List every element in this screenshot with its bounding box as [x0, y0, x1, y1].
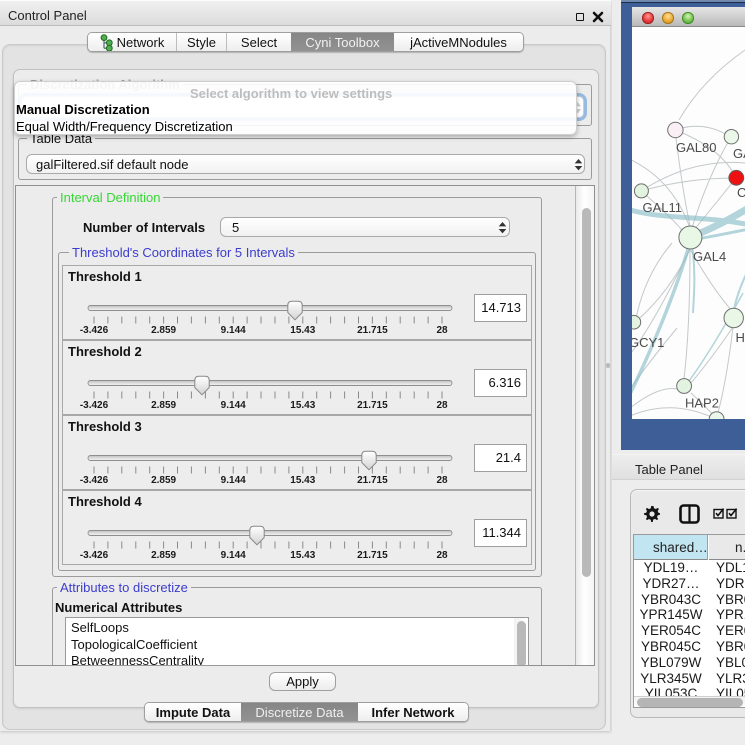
svg-text:GAL4: GAL4 — [693, 249, 726, 264]
svg-text:GAL80: GAL80 — [676, 140, 716, 155]
svg-text:GAL11: GAL11 — [643, 200, 683, 215]
svg-text:HAP2: HAP2 — [685, 396, 719, 411]
svg-text:GCY1: GCY1 — [632, 335, 664, 350]
svg-text:C: C — [737, 185, 745, 200]
svg-text:H: H — [736, 330, 745, 345]
svg-text:GA: GA — [733, 146, 745, 161]
